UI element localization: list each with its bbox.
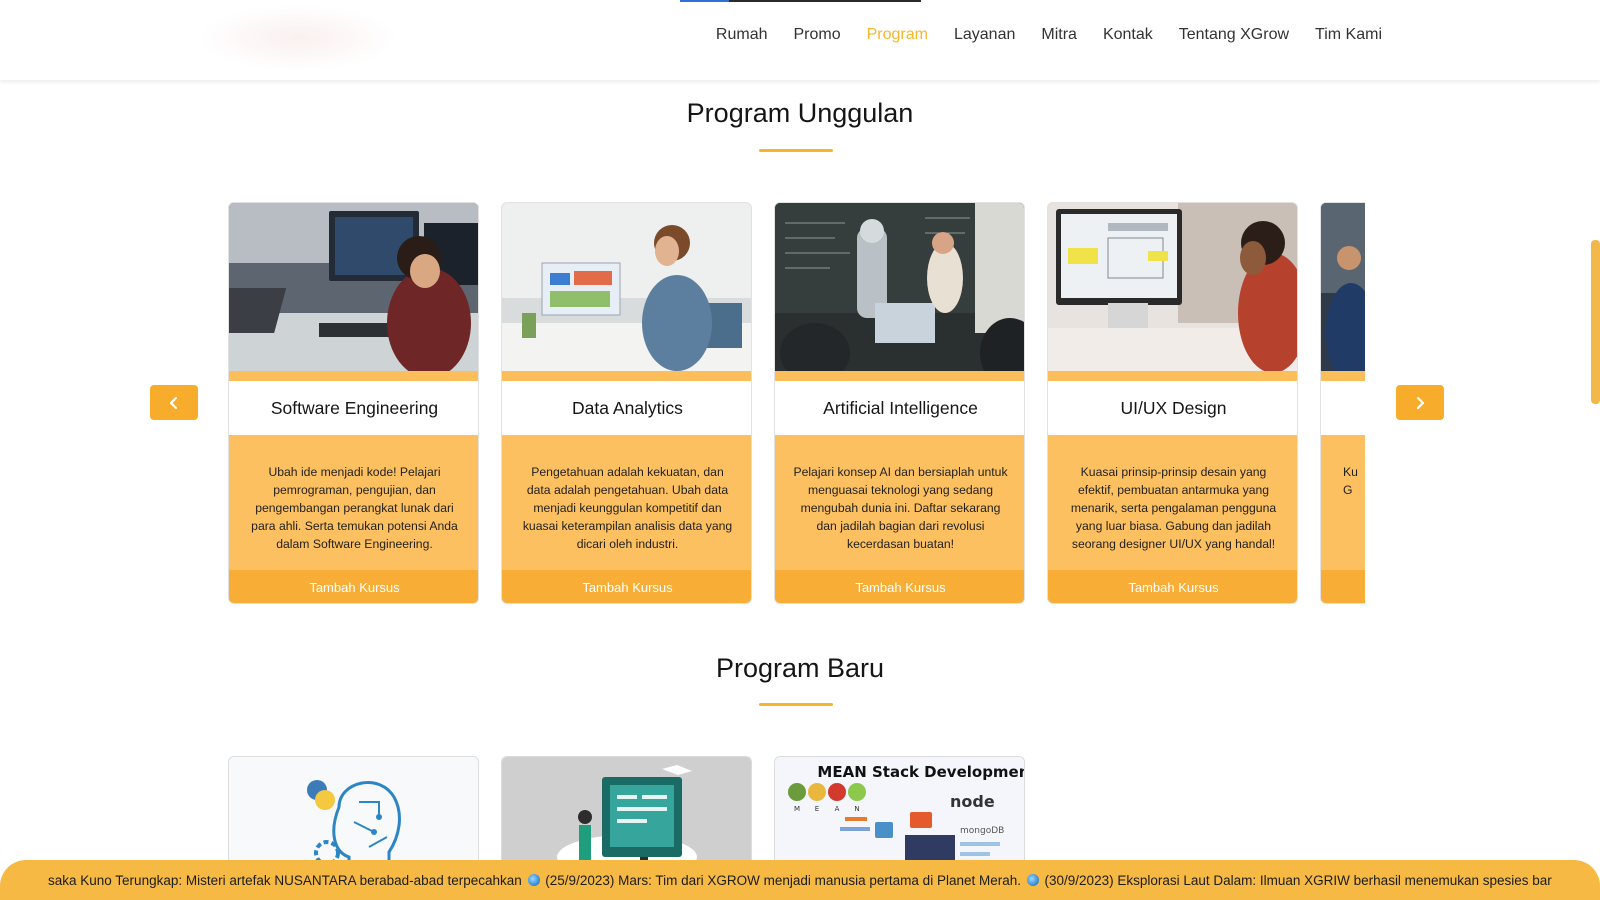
chevron-left-icon	[169, 396, 178, 409]
card-title: Software Engineering	[229, 381, 478, 435]
card-title: UI/UX Design	[1048, 381, 1297, 435]
carousel-next-button[interactable]	[1396, 385, 1444, 420]
card-description: Ku sos p G men	[1321, 435, 1365, 570]
page-scrollbar[interactable]	[1591, 240, 1600, 404]
add-course-button[interactable]: Tambah Kursus	[775, 570, 1024, 603]
ticker-item: (25/9/2023) Mars: Tim dari XGROW menjadi…	[545, 872, 1021, 888]
news-ticker-text: saka Kuno Terungkap: Misteri artefak NUS…	[0, 873, 1552, 888]
program-card-partial: Ku sos p G men	[1320, 202, 1365, 604]
card-title: Data Analytics	[502, 381, 751, 435]
new-section-title: Program Baru	[715, 653, 885, 683]
card-image	[1048, 203, 1297, 371]
tech-letter-n: N	[854, 805, 859, 813]
featured-section-title: Program Unggulan	[686, 98, 914, 128]
nav-item-tentang-xgrow[interactable]: Tentang XGrow	[1179, 26, 1289, 44]
card-description: Ubah ide menjadi kode! Pelajari pemrogra…	[229, 435, 478, 570]
program-card-ui-ux-design: UI/UX Design Kuasai prinsip-prinsip desa…	[1047, 202, 1298, 604]
nav-item-layanan[interactable]: Layanan	[954, 26, 1015, 44]
featured-title-underline	[759, 149, 833, 152]
card-image	[502, 203, 751, 371]
nav-item-program[interactable]: Program	[867, 26, 928, 44]
card-description: Pengetahuan adalah kekuatan, dan data ad…	[502, 435, 751, 570]
add-course-button[interactable]: Tambah Kursus	[229, 570, 478, 603]
carousel-prev-button[interactable]	[150, 385, 198, 420]
program-card-data-analytics: Data Analytics Pengetahuan adalah kekuat…	[501, 202, 752, 604]
featured-carousel: Software Engineering Ubah ide menjadi ko…	[228, 202, 1365, 604]
nav-item-rumah[interactable]: Rumah	[716, 26, 768, 44]
card-title	[1321, 381, 1365, 435]
add-course-button[interactable]: Tambah Kursus	[502, 570, 751, 603]
tech-letter-a: A	[835, 805, 840, 813]
card-description: Pelajari konsep AI dan bersiaplah untuk …	[775, 435, 1024, 570]
card-image	[775, 203, 1024, 371]
tech-letter-e: E	[815, 805, 819, 813]
program-card-artificial-intelligence: Artificial Intelligence Pelajari konsep …	[774, 202, 1025, 604]
card-description: Kuasai prinsip-prinsip desain yang efekt…	[1048, 435, 1297, 570]
ticker-item: (30/9/2023) Eksplorasi Laut Dalam: Ilmua…	[1044, 872, 1552, 888]
card-image	[229, 203, 478, 371]
mean-stack-heading: MEAN Stack Development	[817, 763, 1025, 781]
tech-letter-m: M	[794, 805, 800, 813]
add-course-button[interactable]	[1321, 570, 1365, 603]
program-card-software-engineering: Software Engineering Ubah ide menjadi ko…	[228, 202, 479, 604]
top-scroll-indicator	[680, 0, 921, 2]
nav-item-kontak[interactable]: Kontak	[1103, 26, 1153, 44]
site-logo[interactable]	[198, 5, 398, 71]
ticker-item: saka Kuno Terungkap: Misteri artefak NUS…	[48, 872, 522, 888]
add-course-button[interactable]: Tambah Kursus	[1048, 570, 1297, 603]
nav-item-mitra[interactable]: Mitra	[1041, 26, 1077, 44]
nav-item-promo[interactable]: Promo	[794, 26, 841, 44]
card-image	[1321, 203, 1365, 371]
node-label: node	[950, 792, 995, 811]
mongodb-label: mongoDB	[960, 826, 1004, 836]
new-title-underline	[759, 703, 833, 706]
card-title: Artificial Intelligence	[775, 381, 1024, 435]
news-ticker: saka Kuno Terungkap: Misteri artefak NUS…	[0, 860, 1600, 900]
globe-icon	[527, 873, 540, 886]
site-header: Rumah Promo Program Layanan Mitra Kontak…	[0, 0, 1600, 80]
chevron-right-icon	[1416, 396, 1425, 409]
main-nav: Rumah Promo Program Layanan Mitra Kontak…	[716, 26, 1382, 44]
nav-item-tim-kami[interactable]: Tim Kami	[1315, 26, 1382, 44]
globe-icon	[1026, 873, 1039, 886]
